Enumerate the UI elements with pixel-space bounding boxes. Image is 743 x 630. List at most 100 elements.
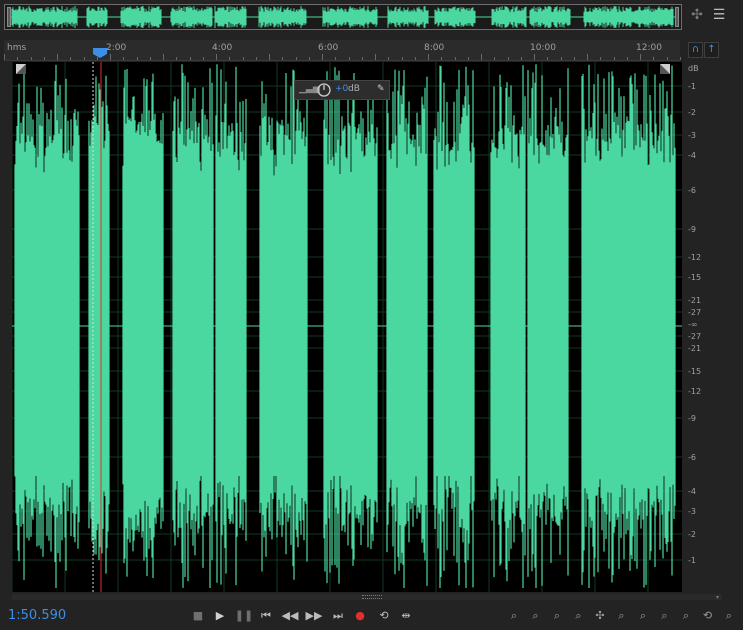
zoom-extra-icon[interactable]: ⌕ <box>719 606 739 626</box>
db-label: -15 <box>688 273 702 282</box>
waveform-body <box>216 176 246 476</box>
zoom-navigator-icon[interactable]: ✣ <box>688 6 706 24</box>
db-label: -6 <box>688 453 696 462</box>
ruler-tick <box>587 54 588 60</box>
current-time[interactable]: 1:50.590 <box>8 608 66 623</box>
playhead-marker[interactable] <box>93 48 107 58</box>
ruler-tick <box>653 57 654 60</box>
ruler-tick <box>335 57 336 60</box>
zoom-out-time-icon[interactable]: ⌕ <box>569 606 589 626</box>
snap-magnet-icon[interactable]: ∩ <box>688 42 703 58</box>
db-label: -4 <box>688 487 696 496</box>
menu-icon[interactable]: ☰ <box>710 6 728 24</box>
ruler-tick <box>57 54 58 60</box>
ruler-tick <box>190 57 191 60</box>
stop-icon[interactable]: ■ <box>188 606 208 626</box>
scroll-arrow-icon[interactable]: ▾ <box>716 594 719 601</box>
ruler-tick <box>402 57 403 60</box>
ruler-tick <box>349 57 350 60</box>
overview-strip[interactable] <box>4 4 682 30</box>
scrollbar-grip[interactable] <box>362 595 382 599</box>
gain-unit: dB <box>348 84 360 94</box>
ruler-label: 10:00 <box>530 43 556 53</box>
db-label: -12 <box>688 253 702 262</box>
fade-in-handle[interactable] <box>16 64 26 74</box>
db-label: -27 <box>688 332 702 341</box>
ruler-label: 8:00 <box>424 43 445 53</box>
fade-out-handle[interactable] <box>660 64 670 74</box>
waveform-body <box>324 176 377 476</box>
waveform-body <box>89 176 109 476</box>
ruler-tick <box>667 57 668 60</box>
db-scale: dB -1 -2 -3 -4 -6 -9 -12 -15 -21 -27 -∞ -27 -21 -15 -1… <box>682 62 722 592</box>
ruler-tick <box>110 54 111 60</box>
ruler-tick <box>375 54 376 60</box>
waveform-display[interactable] <box>12 62 682 592</box>
db-label: -3 <box>688 507 696 516</box>
ruler-label: 12:00 <box>636 43 662 53</box>
ruler-tick <box>494 57 495 60</box>
ruler-tick <box>521 57 522 60</box>
snap-marker-icon[interactable]: ↑ <box>704 42 719 58</box>
record-icon[interactable]: ● <box>350 606 370 626</box>
ruler-tick <box>256 57 257 60</box>
ruler-tick <box>428 54 429 60</box>
zoom-out-point-icon[interactable]: ⌕ <box>633 606 653 626</box>
ruler-tick <box>296 57 297 60</box>
ruler-tick <box>243 57 244 60</box>
gain-knob-icon[interactable] <box>317 83 331 97</box>
skip-selection-icon[interactable]: ⇹ <box>396 606 416 626</box>
ruler-label: 6:00 <box>318 43 339 53</box>
ruler-tick <box>150 57 151 60</box>
ruler-tick <box>31 57 32 60</box>
ruler-tick <box>455 57 456 60</box>
ruler-tick <box>229 57 230 60</box>
zoom-out-amplitude-icon[interactable]: ⌕ <box>526 606 546 626</box>
overview-right-handle[interactable] <box>675 7 679 27</box>
ruler-tick <box>600 57 601 60</box>
ruler-tick <box>17 57 18 60</box>
ruler-tick <box>203 57 204 60</box>
ruler-tick <box>123 57 124 60</box>
waveform-body <box>582 176 675 476</box>
loop-icon[interactable]: ⟲ <box>374 606 394 626</box>
play-icon[interactable]: ▶ <box>210 606 230 626</box>
db-label: -21 <box>688 344 702 353</box>
zoom-selection-icon[interactable]: ⌕ <box>655 606 675 626</box>
ruler-units: hms <box>7 43 27 53</box>
pause-icon[interactable]: ❚❚ <box>234 606 254 626</box>
overview-left-handle[interactable] <box>7 7 11 27</box>
time-ruler[interactable]: hms 2:00 4:00 6:00 8:00 10:00 12:00 <box>4 40 681 61</box>
ruler-tick <box>561 57 562 60</box>
waveform-body <box>387 176 427 476</box>
ruler-tick <box>309 57 310 60</box>
zoom-history-icon[interactable]: ⟲ <box>698 606 718 626</box>
ruler-tick <box>547 57 548 60</box>
horizontal-scrollbar[interactable]: ▾ <box>12 594 722 601</box>
skip-back-icon[interactable]: ⏮ <box>256 606 276 626</box>
rewind-icon[interactable]: ◀◀ <box>280 606 300 626</box>
ruler-tick <box>574 57 575 60</box>
zoom-in-time-icon[interactable]: ⌕ <box>547 606 567 626</box>
waveform-body <box>491 176 525 476</box>
db-label: -9 <box>688 225 696 234</box>
gain-value[interactable]: +0 <box>335 84 348 94</box>
zoom-in-amplitude-icon[interactable]: ⌕ <box>504 606 524 626</box>
ruler-tick <box>481 54 482 60</box>
ruler-tick <box>137 57 138 60</box>
db-label: -1 <box>688 82 696 91</box>
fast-forward-icon[interactable]: ▶▶ <box>304 606 324 626</box>
zoom-full-icon[interactable]: ⌕ <box>676 606 696 626</box>
db-label: -∞ <box>688 320 698 329</box>
zoom-in-point-icon[interactable]: ⌕ <box>612 606 632 626</box>
pin-icon[interactable]: ✎ <box>377 84 385 94</box>
gain-hud[interactable]: ▁▃▅ +0 dB ✎ <box>294 80 390 100</box>
waveform <box>12 62 682 592</box>
zoom-reset-icon[interactable]: ✣ <box>590 606 610 626</box>
waveform-body <box>173 176 213 476</box>
ruler-tick <box>627 57 628 60</box>
ruler-tick <box>322 54 323 60</box>
db-label: -2 <box>688 108 696 117</box>
ruler-tick <box>4 54 5 60</box>
skip-forward-icon[interactable]: ⏭ <box>328 606 348 626</box>
